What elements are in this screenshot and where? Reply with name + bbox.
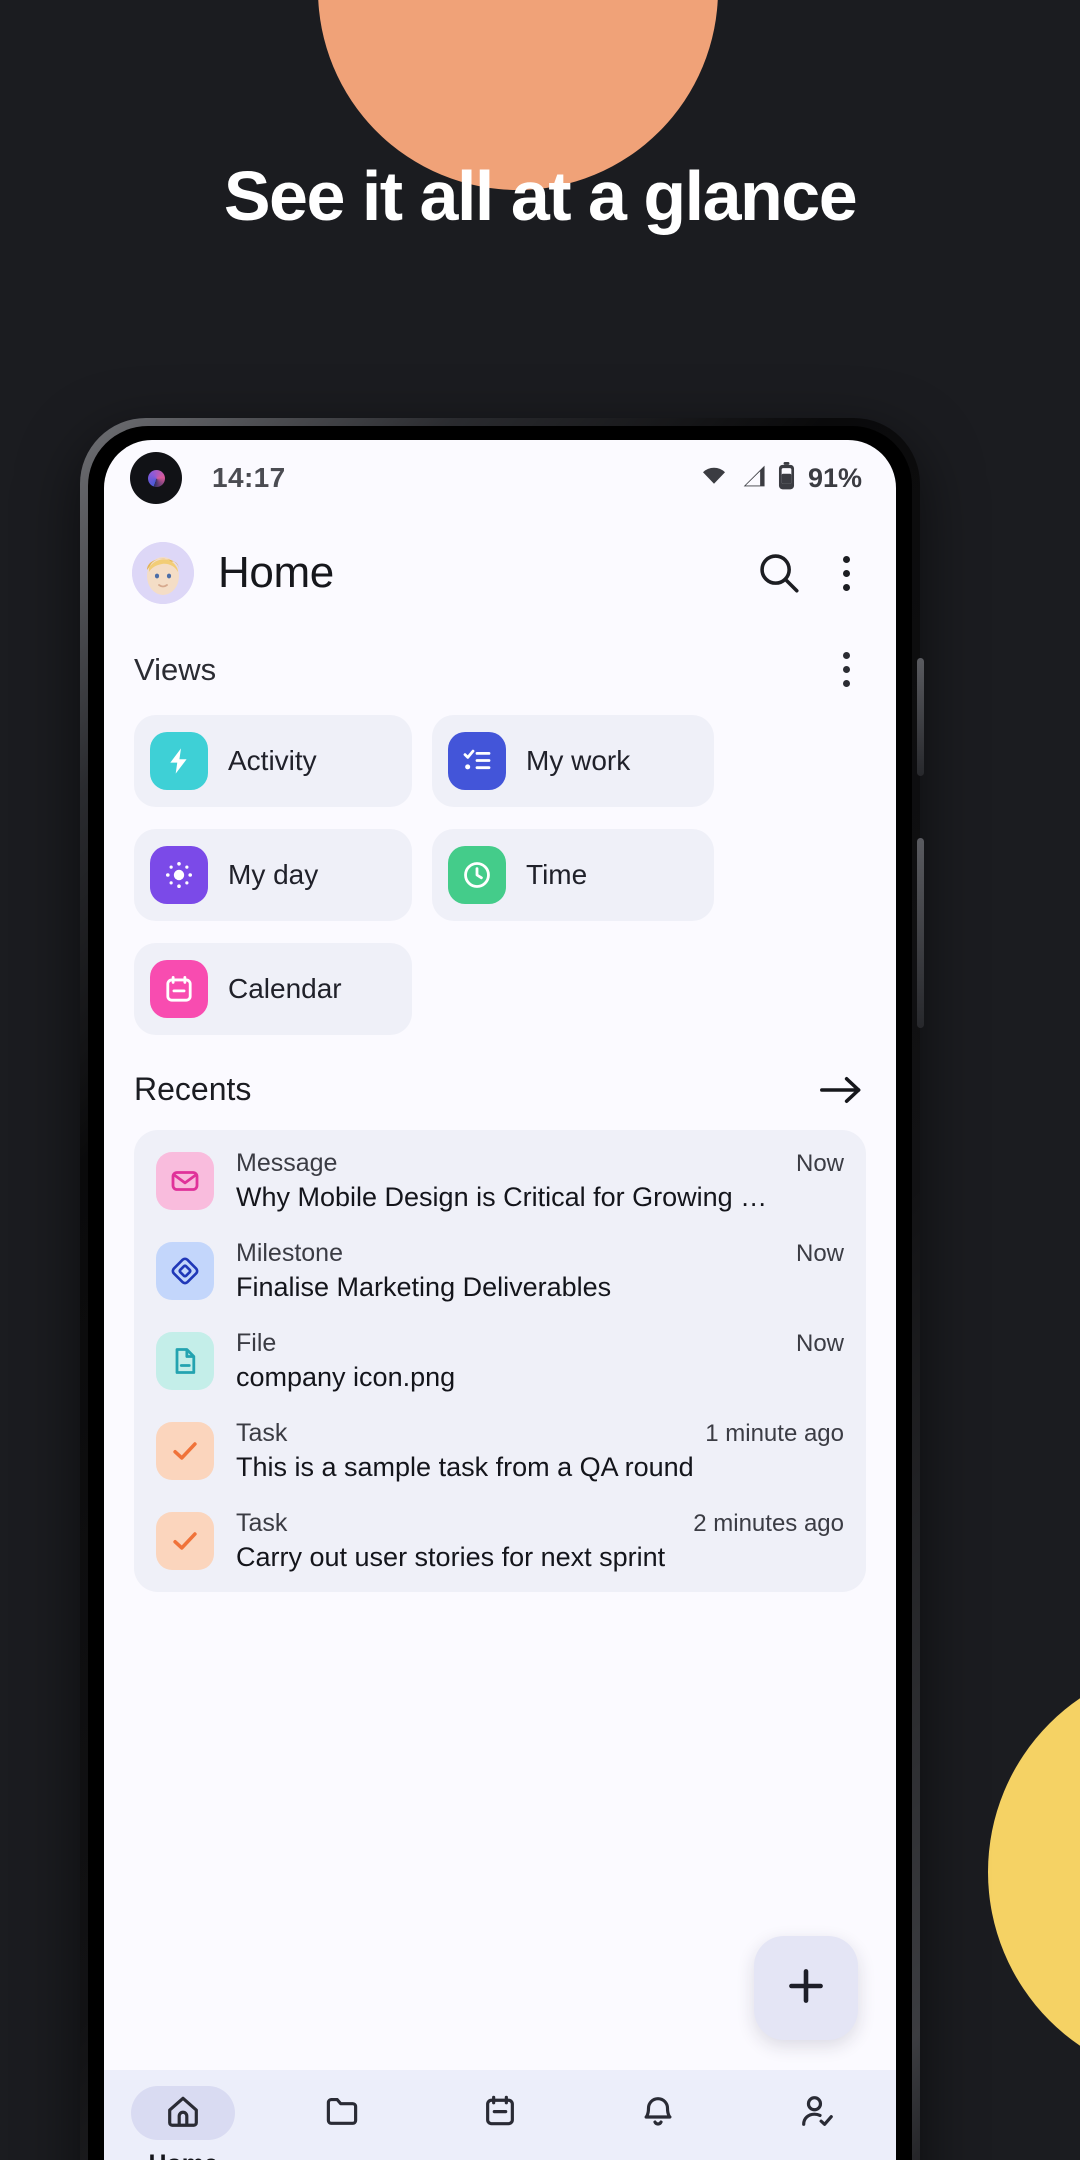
page-title: Home <box>218 548 334 597</box>
arrow-right-icon[interactable] <box>818 1074 864 1106</box>
view-label: Activity <box>228 745 317 776</box>
nav-item-calendar[interactable] <box>435 2086 565 2150</box>
item-kind: File <box>236 1329 277 1357</box>
avatar[interactable] <box>132 542 194 604</box>
phone-screen: 14:17 91% Home Views Activity My work My… <box>104 440 896 2160</box>
nav-pill-notifications <box>606 2086 710 2140</box>
nav-item-folder[interactable] <box>277 2086 407 2150</box>
nav-item-profile[interactable] <box>752 2086 882 2150</box>
view-card-my-day[interactable]: My day <box>134 829 412 921</box>
item-title: Carry out user stories for next sprint <box>236 1542 666 1572</box>
plus-icon <box>783 1963 829 2014</box>
envelope-icon <box>156 1152 214 1210</box>
item-kind: Task <box>236 1419 288 1447</box>
volume-button[interactable] <box>917 658 924 776</box>
status-bar: 14:17 91% <box>104 440 896 516</box>
list-item[interactable]: Message Now Why Mobile Design is Critica… <box>134 1136 866 1226</box>
wifi-icon <box>699 464 729 492</box>
battery-icon <box>778 461 795 495</box>
check-icon <box>156 1512 214 1570</box>
promo-headline: See it all at a glance <box>223 157 858 235</box>
nav-item-home[interactable]: Home <box>118 2086 248 2160</box>
list-item-body: Task 1 minute ago This is a sample task … <box>236 1419 844 1483</box>
list-item[interactable]: Task 2 minutes ago Carry out user storie… <box>134 1496 866 1586</box>
item-time: Now <box>795 1330 844 1357</box>
views-more-vertical-icon[interactable] <box>831 648 862 691</box>
item-time: 1 minute ago <box>705 1420 844 1447</box>
views-grid: Activity My work My day Time Calendar <box>104 691 896 1035</box>
calendar-icon <box>481 2092 519 2135</box>
list-item[interactable]: File Now company icon.png <box>134 1316 866 1406</box>
views-section-header: Views <box>104 620 896 691</box>
nav-item-notifications[interactable] <box>593 2086 723 2150</box>
app-bar-actions <box>757 551 862 595</box>
front-camera-punchhole <box>130 452 182 504</box>
item-time: 2 minutes ago <box>693 1510 844 1537</box>
views-title: Views <box>134 651 217 687</box>
list-item-body: Milestone Now Finalise Marketing Deliver… <box>236 1239 844 1303</box>
list-item-body: File Now company icon.png <box>236 1329 844 1393</box>
list-item[interactable]: Milestone Now Finalise Marketing Deliver… <box>134 1226 866 1316</box>
more-vertical-icon[interactable] <box>831 552 862 595</box>
home-icon <box>164 2092 202 2135</box>
item-kind: Milestone <box>236 1239 343 1267</box>
view-card-activity[interactable]: Activity <box>134 715 412 807</box>
check-icon <box>156 1422 214 1480</box>
add-button[interactable] <box>754 1936 858 2040</box>
nav-pill-calendar <box>448 2086 552 2140</box>
app-bar: Home <box>104 516 896 620</box>
nav-pill-home <box>131 2086 236 2140</box>
file-icon <box>156 1332 214 1390</box>
person-check-icon <box>798 2092 836 2135</box>
item-title: Why Mobile Design is Critical for Growin… <box>236 1182 768 1212</box>
item-time: Now <box>795 1240 844 1267</box>
item-title: company icon.png <box>236 1362 456 1392</box>
cellular-signal-icon <box>740 464 767 493</box>
power-button[interactable] <box>917 838 924 1028</box>
view-card-calendar[interactable]: Calendar <box>134 943 412 1035</box>
bottom-navigation: Home <box>104 2070 896 2160</box>
bell-icon <box>639 2092 677 2135</box>
decorative-yellow-circle <box>988 1662 1080 2082</box>
recents-list: Message Now Why Mobile Design is Critica… <box>134 1130 866 1592</box>
phone-bezel: 14:17 91% Home Views Activity My work My… <box>88 426 912 2160</box>
lightning-bolt-icon <box>150 732 208 790</box>
search-icon[interactable] <box>757 551 801 595</box>
nav-pill-profile <box>765 2086 869 2140</box>
list-item[interactable]: Task 1 minute ago This is a sample task … <box>134 1406 866 1496</box>
view-label: Time <box>526 859 588 890</box>
item-time: Now <box>795 1150 844 1177</box>
battery-percent: 91% <box>807 462 862 493</box>
phone-frame: 14:17 91% Home Views Activity My work My… <box>80 418 924 2160</box>
view-card-my-work[interactable]: My work <box>432 715 714 807</box>
clock-icon <box>448 846 506 904</box>
status-clock: 14:17 <box>212 462 286 493</box>
recents-title: Recents <box>134 1071 252 1107</box>
item-kind: Task <box>236 1509 288 1537</box>
recents-section-header: Recents <box>104 1035 896 1108</box>
list-item-body: Task 2 minutes ago Carry out user storie… <box>236 1509 844 1573</box>
list-item-body: Message Now Why Mobile Design is Critica… <box>236 1149 844 1213</box>
item-title: Finalise Marketing Deliverables <box>236 1272 612 1302</box>
item-kind: Message <box>236 1149 338 1177</box>
view-label: My work <box>526 745 631 776</box>
nav-label-home: Home <box>148 2150 217 2160</box>
calendar-icon <box>150 960 208 1018</box>
view-label: Calendar <box>228 973 342 1004</box>
nav-pill-folder <box>290 2086 394 2140</box>
status-icons: 91% <box>699 461 862 495</box>
view-label: My day <box>228 859 319 890</box>
folder-icon <box>323 2092 361 2135</box>
view-card-time[interactable]: Time <box>432 829 714 921</box>
promo-screenshot: See it all at a glance 14:17 91% Home Vi… <box>0 0 1080 2160</box>
checklist-icon <box>448 732 506 790</box>
sun-icon <box>150 846 208 904</box>
item-title: This is a sample task from a QA round <box>236 1452 694 1482</box>
diamond-icon <box>156 1242 214 1300</box>
